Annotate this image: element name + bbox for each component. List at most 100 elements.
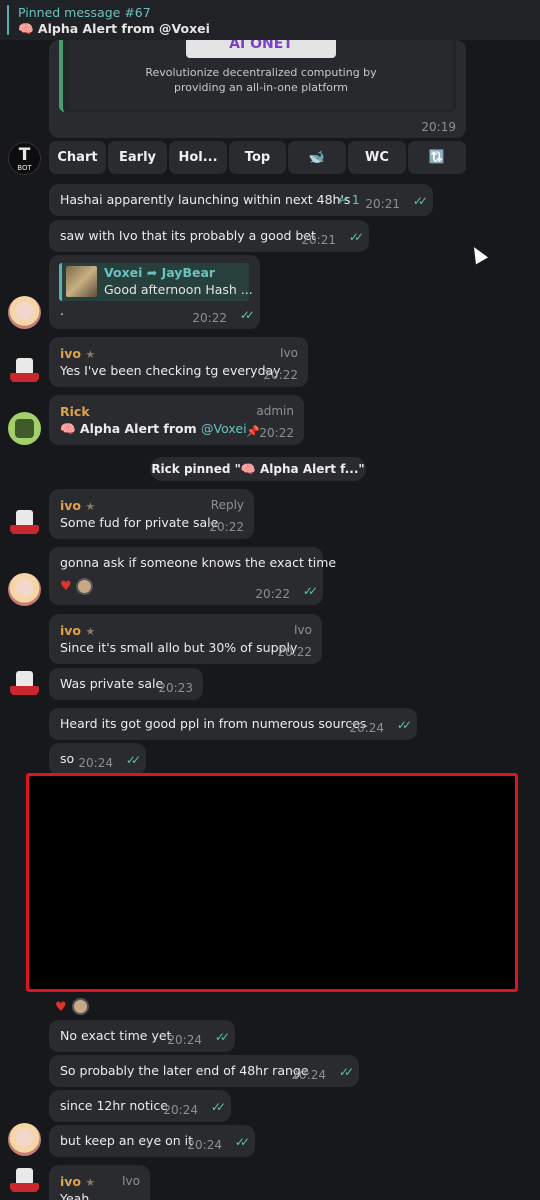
redacted-area (26, 773, 518, 992)
message-time: 20:24 (78, 756, 113, 770)
keyboard-button-early[interactable]: Early (108, 141, 167, 174)
message-bubble[interactable]: since 12hr notice 20:24 ✓✓ (49, 1090, 231, 1122)
message-time: 20:24 (167, 1033, 202, 1047)
reply-count[interactable]: ↩ 1 (338, 193, 360, 207)
message-time: 20:22 (255, 587, 290, 601)
message-bubble[interactable]: Hashai apparently launching within next … (49, 184, 433, 216)
bot-avatar-label: BOT (17, 164, 32, 172)
message-bubble[interactable]: No exact time yet 20:24 ✓✓ (49, 1020, 235, 1052)
forward-icon: ➦ (146, 265, 158, 280)
read-ticks-icon: ✓✓ (302, 584, 318, 598)
link-preview-message[interactable]: AI ONET Revolutionize decentralized comp… (49, 40, 466, 138)
star-icon: ★ (85, 1176, 96, 1189)
keyboard-button-whale[interactable]: 🐋 (288, 141, 346, 174)
bot-avatar[interactable]: T BOT (8, 142, 41, 175)
pinned-accent-line (7, 5, 9, 35)
message-bubble[interactable]: gonna ask if someone knows the exact tim… (49, 547, 336, 605)
user-avatar[interactable] (8, 667, 41, 700)
message-bubble[interactable]: ivo ★ Reply Some fud for private sale 20… (49, 489, 254, 539)
message-bubble[interactable]: saw with Ivo that its probably a good be… (49, 220, 369, 252)
message-text: Yeah (60, 1191, 90, 1200)
message-bubble[interactable]: Heard its got good ppl in from numerous … (49, 708, 417, 740)
star-icon: ★ (85, 500, 96, 513)
mouse-cursor-icon (467, 243, 489, 265)
mention-link[interactable]: @Voxei (201, 421, 247, 436)
read-ticks-icon: ✓✓ (338, 1065, 354, 1079)
message-text: 🧠 Alpha Alert from @Voxei (60, 421, 247, 437)
message-text: saw with Ivo that its probably a good be… (60, 228, 316, 243)
sender-name[interactable]: Rick (60, 404, 90, 419)
message-text: Since it's small allo but 30% of supply (60, 640, 298, 655)
keyboard-button-holders[interactable]: Hol... (169, 141, 227, 174)
heart-icon: ♥ (55, 1000, 67, 1015)
sender-name[interactable]: ivo ★ (60, 623, 95, 638)
message-bubble[interactable]: ivo ★ Ivo Yes I've been checking tg ever… (49, 337, 308, 387)
reply-text: Good afternoon Hash ... (104, 282, 253, 297)
preview-card: AI ONET Revolutionize decentralized comp… (59, 40, 456, 112)
message-bubble[interactable]: so 20:24 ✓✓ (49, 743, 146, 775)
sender-name[interactable]: ivo ★ (60, 498, 95, 513)
keyboard-button-top[interactable]: Top (229, 141, 286, 174)
message-time: 20:22 (277, 645, 312, 659)
pinned-title: Pinned message #67 (18, 5, 151, 20)
sender-role: admin (256, 404, 294, 418)
preview-logo: AI ONET (229, 40, 293, 52)
message-text: gonna ask if someone knows the exact tim… (60, 555, 337, 570)
preview-logo-box: AI ONET (186, 40, 336, 58)
user-avatar[interactable] (8, 354, 41, 387)
reply-quote[interactable]: Voxei ➦ JayBear Good afternoon Hash ... (59, 263, 253, 301)
message-text: Was private sale (60, 676, 164, 691)
user-avatar[interactable] (8, 412, 41, 445)
reply-header: Voxei ➦ JayBear (104, 265, 215, 280)
user-avatar[interactable] (8, 296, 41, 329)
user-avatar[interactable] (8, 1123, 41, 1156)
pinned-text: 🧠 Alpha Alert from @Voxei (18, 21, 210, 36)
bot-avatar-letter: T (18, 145, 31, 165)
preview-line2: providing an all-in-one platform (174, 81, 348, 94)
message-text: so (60, 751, 75, 766)
message-text: Yes I've been checking tg everyday (60, 363, 281, 378)
reactions[interactable]: ♥ (55, 996, 89, 1015)
reply-author: Voxei (104, 265, 143, 280)
message-text: No exact time yet (60, 1028, 172, 1043)
message-text: but keep an eye on it (60, 1133, 194, 1148)
sender-name-text: ivo (60, 346, 82, 361)
message-time: 20:21 (301, 233, 336, 247)
user-avatar[interactable] (8, 1164, 41, 1197)
message-bubble[interactable]: Voxei ➦ JayBear Good afternoon Hash ... … (49, 255, 260, 329)
read-ticks-icon: ✓✓ (234, 1135, 250, 1149)
keyboard-button-wc[interactable]: WC (348, 141, 406, 174)
reply-forward-from: JayBear (161, 265, 216, 280)
keyboard-button-refresh[interactable]: 🔃 (408, 141, 466, 174)
service-message[interactable]: Rick pinned "🧠 Alpha Alert f..." (150, 457, 366, 481)
sender-role: Ivo (122, 1174, 140, 1188)
message-text: Hashai apparently launching within next … (60, 192, 351, 207)
keyboard-button-chart[interactable]: Chart (49, 141, 106, 174)
message-text: since 12hr notice (60, 1098, 168, 1113)
sender-name-text: ivo (60, 1174, 82, 1189)
user-avatar[interactable] (8, 573, 41, 606)
message-time: 20:19 (421, 120, 456, 134)
message-bubble[interactable]: So probably the later end of 48hr range … (49, 1055, 359, 1087)
reply-label[interactable]: Reply (211, 498, 244, 512)
read-ticks-icon: ✓✓ (412, 194, 428, 208)
message-time: 20:24 (349, 721, 384, 735)
message-time: 20:22 (192, 311, 227, 325)
reply-thumbnail (66, 266, 97, 297)
message-text-prefix: 🧠 Alpha Alert from (60, 421, 197, 436)
pinned-message-bar[interactable]: Pinned message #67 🧠 Alpha Alert from @V… (0, 0, 540, 40)
message-bubble[interactable]: Rick admin 🧠 Alpha Alert from @Voxei 📌 2… (49, 395, 304, 445)
message-text: Some fud for private sale (60, 515, 219, 530)
message-bubble[interactable]: but keep an eye on it 20:24 ✓✓ (49, 1125, 255, 1157)
message-bubble[interactable]: ivo ★ Ivo Yeah (49, 1165, 150, 1200)
user-avatar[interactable] (8, 506, 41, 539)
reactions[interactable]: ♥ (60, 578, 93, 595)
sender-role: Ivo (294, 623, 312, 637)
message-bubble[interactable]: Was private sale 20:23 (49, 668, 203, 700)
sender-role: Ivo (280, 346, 298, 360)
star-icon: ★ (85, 625, 96, 638)
sender-name[interactable]: ivo ★ (60, 1174, 95, 1189)
message-time: 20:24 (291, 1068, 326, 1082)
message-bubble[interactable]: ivo ★ Ivo Since it's small allo but 30% … (49, 614, 322, 664)
sender-name[interactable]: ivo ★ (60, 346, 95, 361)
